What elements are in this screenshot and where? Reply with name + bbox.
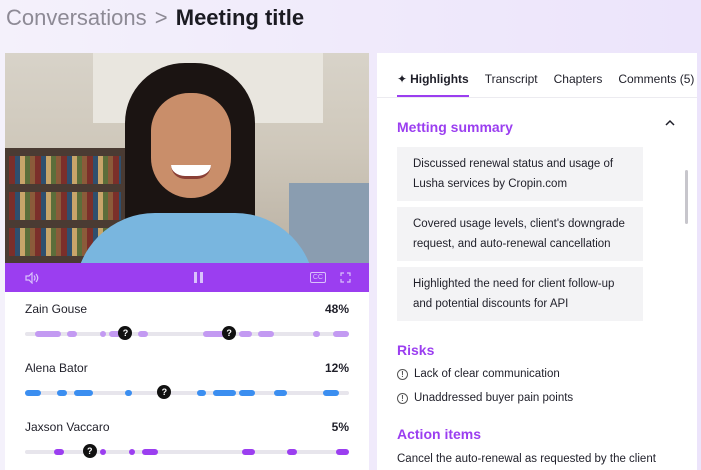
alert-circle-icon: ! xyxy=(397,368,408,380)
tab-label: Highlights xyxy=(410,72,469,86)
speaker-row: Alena Bator 12%? xyxy=(25,361,349,420)
speech-segment[interactable] xyxy=(238,390,256,396)
breadcrumb-separator: > xyxy=(154,5,168,30)
insights-panel: ✦ Highlights Transcript Chapters Comments (5… xyxy=(377,53,697,470)
speaker-icon[interactable] xyxy=(25,271,39,284)
alert-circle-icon: ! xyxy=(397,392,408,404)
risk-item: ! Unaddressed buyer pain points xyxy=(397,392,697,404)
speech-segment[interactable] xyxy=(99,449,106,455)
speech-segment[interactable] xyxy=(54,449,64,455)
tab-label: Comments (5) xyxy=(618,72,695,86)
risk-item: ! Lack of clear communication xyxy=(397,368,697,380)
tab-highlights[interactable]: ✦ Highlights xyxy=(397,53,469,97)
speaker-name: Jaxson Vaccaro xyxy=(25,420,110,434)
scrollbar[interactable] xyxy=(685,170,688,224)
question-marker[interactable]: ? xyxy=(82,444,97,458)
question-marker[interactable]: ? xyxy=(118,326,133,340)
speech-segment[interactable] xyxy=(287,449,298,455)
breadcrumb-root[interactable]: Conversations xyxy=(6,5,147,30)
speech-segment[interactable] xyxy=(313,331,320,337)
speech-segment[interactable] xyxy=(67,331,77,337)
fullscreen-icon[interactable] xyxy=(340,272,351,283)
speech-segment[interactable] xyxy=(274,390,288,396)
actions-title: Action items xyxy=(397,426,482,442)
speech-segment[interactable] xyxy=(99,331,106,337)
speech-segment[interactable] xyxy=(336,449,349,455)
speech-segment[interactable] xyxy=(141,449,158,455)
summary-card: Highlighted the need for client follow-u… xyxy=(397,267,643,321)
speech-segment[interactable] xyxy=(332,331,349,337)
risk-text: Lack of clear communication xyxy=(414,368,560,380)
risks-list: ! Lack of clear communication! Unaddressed… xyxy=(397,368,697,404)
speech-segment[interactable] xyxy=(258,331,275,337)
speech-segment[interactable] xyxy=(34,331,61,337)
summary-card: Discussed renewal status and usage of Lu… xyxy=(397,147,643,201)
speech-segment[interactable] xyxy=(128,449,136,455)
tab-label: Transcript xyxy=(484,72,538,86)
speech-segment[interactable] xyxy=(238,331,252,337)
pause-icon[interactable] xyxy=(193,272,203,283)
speech-segment[interactable] xyxy=(138,331,149,337)
speech-segment[interactable] xyxy=(212,390,236,396)
speaker-name: Alena Bator xyxy=(25,361,88,375)
summary-title: Metting summary xyxy=(397,119,513,135)
question-marker[interactable]: ? xyxy=(157,385,172,399)
speaker-row: Zain Gouse 48%?? xyxy=(25,302,349,361)
player-panel: CC Zain Gouse 48%?? Alena Bator 12%? Jaxson … xyxy=(5,53,369,470)
video-frame[interactable] xyxy=(5,53,369,263)
speaker-name: Zain Gouse xyxy=(25,302,88,316)
question-marker[interactable]: ? xyxy=(222,326,237,340)
speaker-timeline[interactable]: ? xyxy=(25,444,349,458)
speech-segment[interactable] xyxy=(73,390,94,396)
speech-segment[interactable] xyxy=(57,390,68,396)
tab-comments[interactable]: Comments (5) xyxy=(618,53,694,97)
action-item: Cancel the auto-renewal as requested by … xyxy=(397,453,656,465)
tab-chapters[interactable]: Chapters xyxy=(554,53,603,97)
summary-card: Covered usage levels, client's downgrade… xyxy=(397,207,643,261)
risks-title: Risks xyxy=(397,342,435,358)
page-title: Meeting title xyxy=(175,5,305,30)
speech-segment[interactable] xyxy=(242,449,256,455)
tab-label: Chapters xyxy=(553,72,603,86)
speech-segment[interactable] xyxy=(323,390,340,396)
speaker-row: Jaxson Vaccaro 5%? xyxy=(25,420,349,470)
speaker-header: Jaxson Vaccaro 5% xyxy=(25,420,349,434)
sparkle-icon: ✦ xyxy=(397,72,408,86)
speaker-timeline[interactable]: ? xyxy=(25,385,349,399)
chevron-up-icon[interactable] xyxy=(665,119,675,126)
speaker-percent: 12% xyxy=(324,361,349,375)
speech-segment[interactable] xyxy=(125,390,132,396)
speaker-percent: 5% xyxy=(331,420,349,434)
tab-transcript[interactable]: Transcript xyxy=(485,53,538,97)
speaker-header: Alena Bator 12% xyxy=(25,361,349,375)
breadcrumb: Conversations > Meeting title xyxy=(6,5,304,31)
actions-list: Cancel the auto-renewal as requested by … xyxy=(397,453,697,465)
speaker-timeline[interactable]: ?? xyxy=(25,326,349,340)
speaker-list: Zain Gouse 48%?? Alena Bator 12%? Jaxson Vac… xyxy=(5,292,369,470)
speech-segment[interactable] xyxy=(196,390,207,396)
risk-text: Unaddressed buyer pain points xyxy=(414,392,574,404)
player-controls: CC xyxy=(5,263,369,292)
speaker-header: Zain Gouse 48% xyxy=(25,302,349,316)
speech-segment[interactable] xyxy=(25,390,42,396)
speaker-percent: 48% xyxy=(324,302,349,316)
closed-captions-icon[interactable]: CC xyxy=(309,272,326,283)
summary-cards: Discussed renewal status and usage of Lu… xyxy=(397,147,697,321)
tab-bar: ✦ Highlights Transcript Chapters Comments (5… xyxy=(377,53,697,98)
